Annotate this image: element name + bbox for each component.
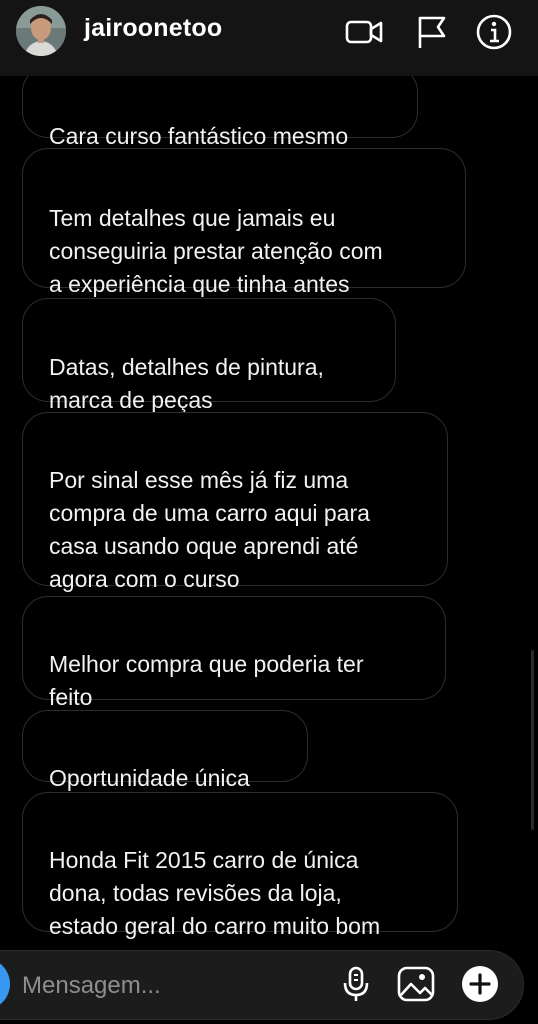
avatar[interactable]: [16, 6, 66, 56]
chat-header: jairoonetoo: [0, 0, 538, 76]
message-text: Cara curso fantástico mesmo: [49, 123, 349, 149]
message-text: Honda Fit 2015 carro de única dona, toda…: [49, 847, 381, 939]
message-text: Melhor compra que poderia ter feito: [49, 651, 364, 710]
profile-photo-icon: [16, 6, 66, 56]
video-camera-icon[interactable]: [344, 12, 384, 52]
flag-icon[interactable]: [412, 12, 452, 52]
message-bubble[interactable]: Tem detalhes que jamais eu conseguiria p…: [22, 148, 466, 297]
message-input[interactable]: [22, 968, 322, 1004]
message-list[interactable]: Cara curso fantástico mesmo Tem detalhes…: [0, 0, 538, 1024]
microphone-icon[interactable]: [336, 964, 376, 1004]
message-bubble[interactable]: Melhor compra que poderia ter feito: [22, 596, 446, 710]
info-icon[interactable]: [474, 12, 514, 52]
message-text: Tem detalhes que jamais eu conseguiria p…: [49, 205, 383, 297]
message-text: Por sinal esse mês já fiz uma compra de …: [49, 467, 370, 592]
message-bubble[interactable]: Oportunidade única: [22, 710, 308, 791]
message-bubble[interactable]: Honda Fit 2015 carro de única dona, toda…: [22, 792, 458, 939]
message-bubble[interactable]: Cara curso fantástico mesmo: [22, 66, 418, 149]
direct-message-screen: Cara curso fantástico mesmo Tem detalhes…: [0, 0, 538, 1024]
message-text: Datas, detalhes de pintura, marca de peç…: [49, 354, 324, 413]
message-bubble[interactable]: Datas, detalhes de pintura, marca de peç…: [22, 298, 396, 413]
message-bubble[interactable]: Por sinal esse mês já fiz uma compra de …: [22, 412, 448, 592]
chat-username[interactable]: jairoonetoo: [84, 14, 222, 43]
plus-circle-icon[interactable]: [460, 964, 500, 1004]
scrollbar[interactable]: [531, 650, 534, 830]
message-text: Oportunidade única: [49, 765, 250, 791]
image-icon[interactable]: [396, 964, 436, 1004]
